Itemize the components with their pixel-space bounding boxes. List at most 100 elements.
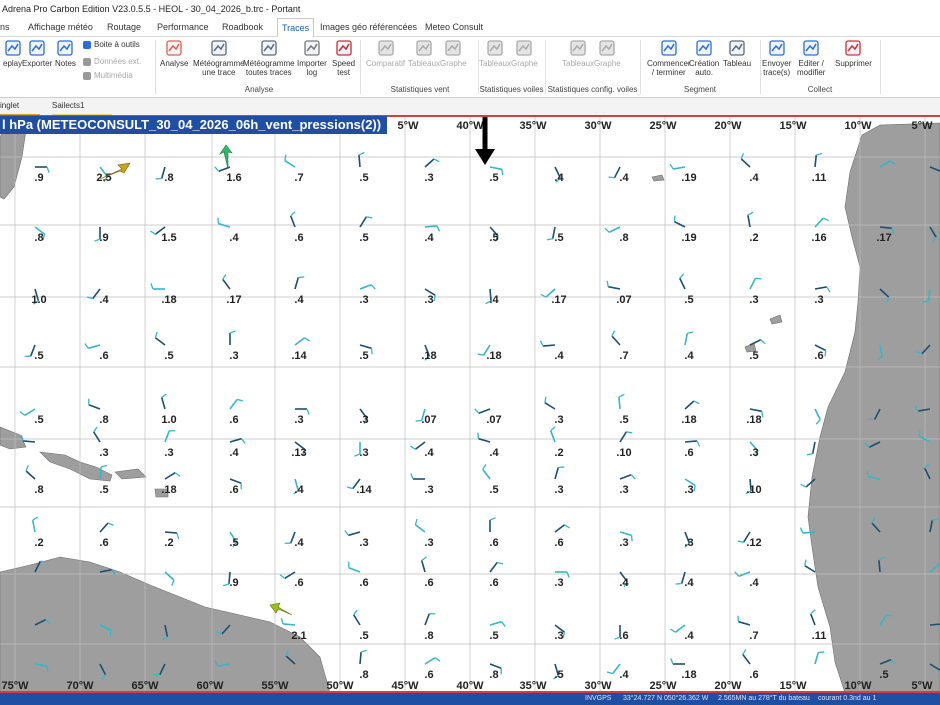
- tableaux3-button[interactable]: Tableaux: [562, 39, 594, 68]
- tableau-button[interactable]: Tableau: [723, 39, 751, 68]
- wind-barb-feather: [550, 426, 556, 432]
- bottom-lon-label: 75°W: [1, 680, 29, 692]
- wind-value-label: .6: [99, 350, 108, 362]
- doc-tab-0[interactable]: inglet: [0, 98, 40, 116]
- wind-barb-feather: [737, 615, 740, 622]
- creation-button[interactable]: Création auto.: [689, 39, 719, 77]
- canary-1: [769, 314, 783, 325]
- supprimer-icon: [844, 39, 862, 57]
- wind-barb: [618, 396, 621, 410]
- map-canvas[interactable]: 5°W 40°W 35°W 30°W 25°W 20°W 15°W 10°W 5°W 75°W 70…: [0, 116, 940, 694]
- wind-barb: [294, 337, 306, 346]
- donnees-button[interactable]: Données ext.: [83, 57, 141, 66]
- wind-barb-feather: [737, 540, 744, 543]
- wind-barb-feather: [414, 518, 418, 525]
- analyse-button[interactable]: Analyse: [160, 39, 188, 68]
- editer-button[interactable]: Editer / modifier: [797, 39, 825, 77]
- meteo1-button[interactable]: Météogramme une trace: [193, 39, 245, 77]
- importer-button[interactable]: Importer log: [297, 39, 327, 77]
- importer-label: Importer: [297, 59, 327, 68]
- wind-barb-feather: [800, 483, 807, 488]
- tableaux2-button[interactable]: Tableaux: [479, 39, 511, 68]
- graphe3-button[interactable]: Graphe: [594, 39, 621, 68]
- ribbon-separator: [640, 40, 641, 94]
- wind-barb: [31, 520, 36, 533]
- editer-label: Editer /: [798, 59, 824, 68]
- wind-barb: [611, 335, 621, 346]
- wind-value-label: .6: [619, 630, 628, 642]
- commencer-button[interactable]: Commencer / terminer: [647, 39, 691, 77]
- graphe2-icon: [515, 39, 533, 57]
- tab-meteo-consult[interactable]: Meteo Consult: [425, 18, 483, 36]
- doc-tab-1[interactable]: Sailects1: [52, 98, 112, 116]
- wind-value-label: .3: [554, 484, 563, 496]
- wind-value-label: .5: [34, 414, 43, 426]
- wind-barb-feather: [822, 217, 829, 222]
- wind-barb-feather: [673, 215, 676, 222]
- wind-barb-feather: [818, 651, 825, 654]
- tableaux2-icon: [486, 39, 504, 57]
- tableaux1-button[interactable]: Tableaux: [408, 39, 440, 68]
- bottom-lon-label: 30°W: [584, 680, 612, 692]
- wind-barb: [619, 531, 632, 537]
- supprimer-button[interactable]: Supprimer: [835, 39, 872, 68]
- wind-value-label: .4: [619, 577, 629, 589]
- wind-value-label: .5: [359, 172, 368, 184]
- supprimer-label: Supprimer: [835, 59, 872, 68]
- wind-barb-feather: [501, 169, 504, 176]
- wind-value-label: .9: [229, 577, 238, 589]
- tab-traces[interactable]: Traces: [277, 18, 315, 38]
- speed-button[interactable]: Speed test: [332, 39, 355, 77]
- wind-value-label: .8: [34, 232, 43, 244]
- wind-value-label: .2: [34, 537, 43, 549]
- wind-value-label: .5: [229, 537, 238, 549]
- wind-barb-feather: [740, 153, 745, 160]
- wind-barb-feather: [237, 398, 244, 402]
- creation-label: Création: [689, 59, 720, 68]
- wind-barb: [619, 473, 632, 480]
- wind-barb-feather: [358, 151, 365, 156]
- wind-barb: [814, 286, 827, 290]
- africa-coast: [807, 122, 940, 694]
- wind-barb-feather: [693, 400, 700, 405]
- notes-button[interactable]: Notes: [55, 39, 76, 68]
- tab-images-g-o-r-f-renc-es[interactable]: Images géo référencées: [320, 18, 417, 36]
- wind-barb-feather: [19, 411, 26, 416]
- wind-value-label: .4: [424, 232, 434, 244]
- tableau-icon: [728, 39, 746, 57]
- weather-map[interactable]: 5°W 40°W 35°W 30°W 25°W 20°W 15°W 10°W 5°W 75°W 70…: [0, 115, 940, 694]
- exporter-button[interactable]: Exporter: [22, 39, 52, 68]
- wind-barb: [673, 220, 686, 228]
- graphe2-button[interactable]: Graphe: [511, 39, 538, 68]
- meteo2-icon: [260, 39, 278, 57]
- wind-barb-feather: [540, 293, 547, 298]
- wind-value-label: .6: [229, 414, 238, 426]
- multimedia-button[interactable]: Multimédia: [83, 71, 133, 80]
- analyse-label: Analyse: [160, 59, 189, 68]
- wind-value-label: .5: [749, 350, 758, 362]
- wind-barb: [282, 623, 296, 626]
- tab-roadbook[interactable]: Roadbook: [222, 18, 263, 36]
- tab-performance[interactable]: Performance: [157, 18, 209, 36]
- tab-affichage-m-t-o[interactable]: Affichage météo: [28, 18, 93, 36]
- tab-routage[interactable]: Routage: [107, 18, 141, 36]
- analyse-icon: [165, 39, 183, 57]
- wind-value-label: .2: [164, 537, 173, 549]
- boite-button[interactable]: Boite à outils: [83, 40, 140, 49]
- wind-value-label: .3: [554, 630, 563, 642]
- graphe1-button[interactable]: Graphe: [440, 39, 467, 68]
- ribbon-separator: [880, 40, 881, 94]
- wind-barb: [99, 466, 102, 480]
- wind-barb-feather: [229, 330, 236, 334]
- wind-value-label: .07: [421, 414, 436, 426]
- envoyer-button[interactable]: Envoyer trace(s): [762, 39, 791, 77]
- meteo2-button[interactable]: Météogramme toutes traces: [243, 39, 295, 77]
- boite-icon: [83, 40, 91, 49]
- replay-button[interactable]: eplay: [3, 39, 22, 68]
- tab-ns[interactable]: ns: [0, 18, 10, 36]
- wind-barb-feather: [433, 158, 440, 163]
- wind-value-label: .4: [229, 447, 239, 459]
- wind-barb: [608, 285, 621, 290]
- comparatif-button[interactable]: Comparatif: [366, 39, 405, 68]
- wind-value-label: .18: [161, 484, 176, 496]
